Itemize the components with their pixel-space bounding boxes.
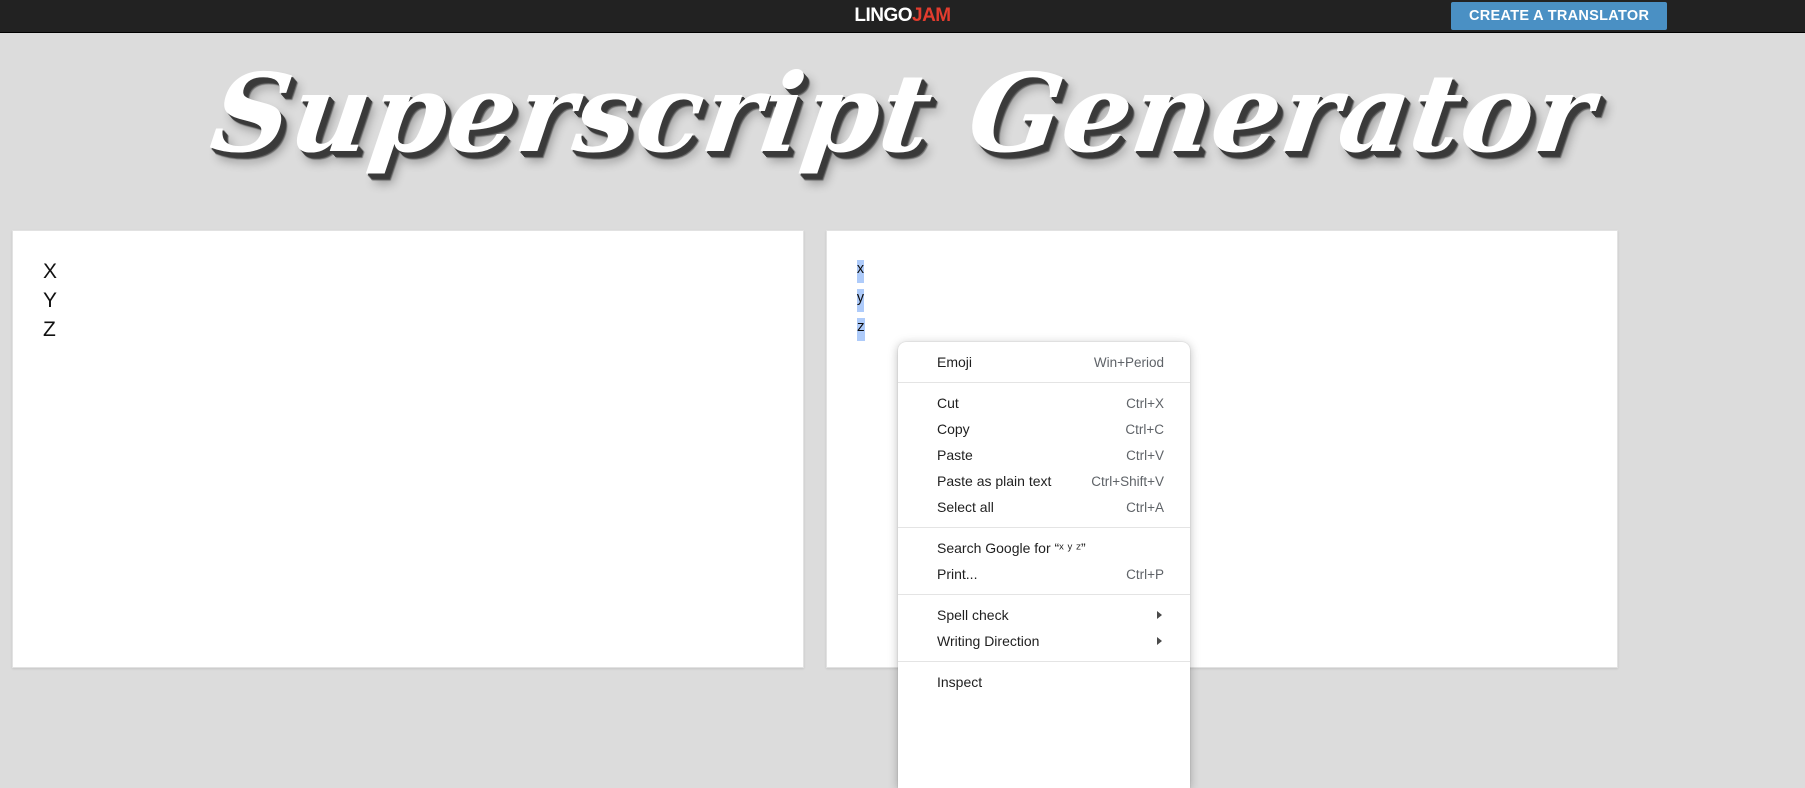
context-menu-item[interactable]: Spell check: [898, 602, 1190, 628]
context-menu-separator: [898, 594, 1190, 595]
context-menu-item-shortcut: Ctrl+C: [1125, 421, 1164, 437]
context-menu-item-label: Select all: [937, 499, 994, 515]
context-menu-item-shortcut: Ctrl+Shift+V: [1091, 473, 1164, 489]
context-menu-item[interactable]: Writing Direction: [898, 628, 1190, 654]
context-menu-item-label: Search Google for “ˣ ʸ ᶻ”: [937, 540, 1086, 556]
chevron-right-icon: [1157, 637, 1162, 645]
context-menu-separator: [898, 527, 1190, 528]
logo-text-lingo: LINGO: [854, 5, 913, 26]
context-menu-item[interactable]: Select all Ctrl+A: [898, 494, 1190, 520]
context-menu-separator: [898, 382, 1190, 383]
context-menu-item-shortcut: Ctrl+V: [1126, 447, 1164, 463]
context-menu-item-label: Paste as plain text: [937, 473, 1052, 489]
context-menu-item[interactable]: Inspect: [898, 669, 1190, 695]
context-menu-item[interactable]: Copy Ctrl+C: [898, 416, 1190, 442]
create-translator-button[interactable]: CREATE A TRANSLATOR: [1451, 2, 1668, 30]
context-menu-item[interactable]: Paste Ctrl+V: [898, 442, 1190, 468]
context-menu-item-label: Cut: [937, 395, 959, 411]
hero-section: Superscript Generator: [0, 33, 1805, 228]
context-menu-item[interactable]: Cut Ctrl+X: [898, 390, 1190, 416]
chevron-right-icon: [1157, 611, 1162, 619]
logo-text-jam: JAM: [912, 5, 951, 26]
context-menu-separator: [898, 661, 1190, 662]
context-menu-item[interactable]: Print... Ctrl+P: [898, 561, 1190, 587]
page-title: Superscript Generator: [203, 51, 1602, 177]
context-menu-item-shortcut: Ctrl+X: [1126, 395, 1164, 411]
input-textarea[interactable]: X Y Z: [12, 230, 804, 668]
top-navigation-bar: LINGOJAM CREATE A TRANSLATOR: [0, 0, 1805, 33]
context-menu-item-shortcut: Ctrl+P: [1126, 566, 1164, 582]
context-menu-item-label: Paste: [937, 447, 973, 463]
context-menu-item-shortcut: Win+Period: [1093, 354, 1164, 370]
context-menu-item-label: Copy: [937, 421, 970, 437]
context-menu-item-shortcut: Ctrl+A: [1126, 499, 1164, 515]
output-selected-text: ˣ ʸ ᶻ: [857, 260, 865, 341]
lingojam-logo[interactable]: LINGOJAM: [854, 5, 951, 27]
context-menu-item[interactable]: Paste as plain text Ctrl+Shift+V: [898, 468, 1190, 494]
context-menu-item-label: Inspect: [937, 674, 983, 690]
browser-context-menu[interactable]: Emoji Win+Period Cut Ctrl+X Copy Ctrl+C Paste C…: [898, 342, 1190, 788]
context-menu-item[interactable]: Emoji Win+Period: [898, 349, 1190, 375]
context-menu-item-label: Writing Direction: [937, 633, 1040, 649]
context-menu-item-label: Spell check: [937, 607, 1009, 623]
context-menu-item-label: Print...: [937, 566, 978, 582]
context-menu-item[interactable]: Search Google for “ˣ ʸ ᶻ”: [898, 535, 1190, 561]
context-menu-item-label: Emoji: [937, 354, 973, 370]
